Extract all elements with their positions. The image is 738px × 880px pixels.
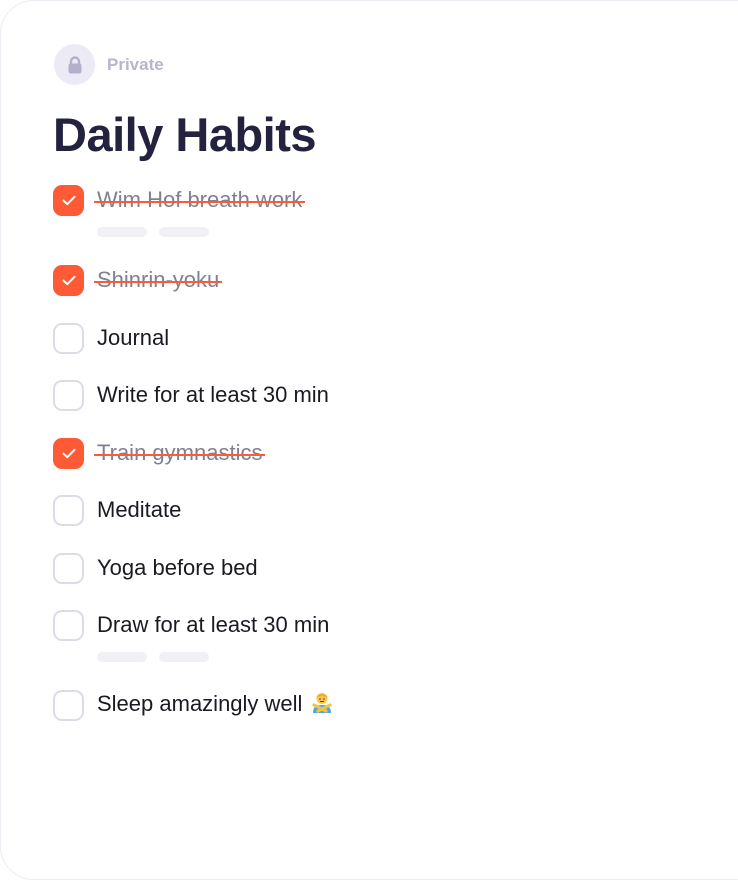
checkbox-unchecked[interactable] xyxy=(53,379,84,411)
checkbox-unchecked[interactable] xyxy=(53,552,84,584)
checkbox-unchecked[interactable] xyxy=(53,689,84,721)
habit-label: Meditate xyxy=(97,497,182,522)
page-title: Daily Habits xyxy=(53,108,317,161)
checkbox-checked[interactable] xyxy=(53,264,84,296)
checkbox-checked[interactable] xyxy=(53,184,84,216)
habit-item[interactable]: Journal xyxy=(53,322,169,354)
habit-item[interactable]: Sleep amazingly well xyxy=(53,689,334,721)
habit-label: Write for at least 30 min xyxy=(97,382,329,407)
checkmark-icon xyxy=(62,275,75,285)
habit-label: Journal xyxy=(97,325,170,350)
checkbox-checked[interactable] xyxy=(53,437,84,469)
habit-item[interactable]: Shinrin-yoku xyxy=(53,264,223,296)
placeholder-pills xyxy=(97,227,209,237)
habit-item[interactable]: Yoga before bed xyxy=(53,552,258,584)
checkbox-unchecked[interactable] xyxy=(53,322,84,354)
checkmark-icon xyxy=(62,195,75,205)
habit-item[interactable]: Meditate xyxy=(53,494,181,526)
privacy-indicator[interactable]: Private xyxy=(54,44,164,85)
lock-icon xyxy=(54,44,95,85)
checkbox-unchecked[interactable] xyxy=(53,609,84,641)
habit-label: Shinrin-yoku xyxy=(93,267,223,292)
habits-card: Private Daily Habits Wim Hof breath work… xyxy=(0,0,738,880)
habit-label: Wim Hof breath work xyxy=(93,187,306,212)
placeholder-pill xyxy=(159,227,209,237)
habit-item[interactable]: Train gymnastics xyxy=(53,437,266,469)
checkbox-unchecked[interactable] xyxy=(53,494,84,526)
checkmark-icon xyxy=(62,448,75,458)
habit-label: Yoga before bed xyxy=(97,555,258,580)
habit-label: Sleep amazingly well xyxy=(97,690,334,720)
placeholder-pill xyxy=(97,227,147,237)
habit-item[interactable]: Write for at least 30 min xyxy=(53,379,329,411)
placeholder-pill xyxy=(97,652,147,662)
habit-label: Train gymnastics xyxy=(93,440,266,465)
habit-item[interactable]: Draw for at least 30 min xyxy=(53,609,329,641)
habit-label: Draw for at least 30 min xyxy=(97,612,330,637)
placeholder-pill xyxy=(159,652,209,662)
privacy-label: Private xyxy=(107,54,164,74)
habit-item[interactable]: Wim Hof breath work xyxy=(53,184,306,216)
habit-label-text: Sleep amazingly well xyxy=(97,691,303,716)
person-gesturing-no-emoji-icon xyxy=(310,690,334,720)
placeholder-pills xyxy=(97,652,209,662)
